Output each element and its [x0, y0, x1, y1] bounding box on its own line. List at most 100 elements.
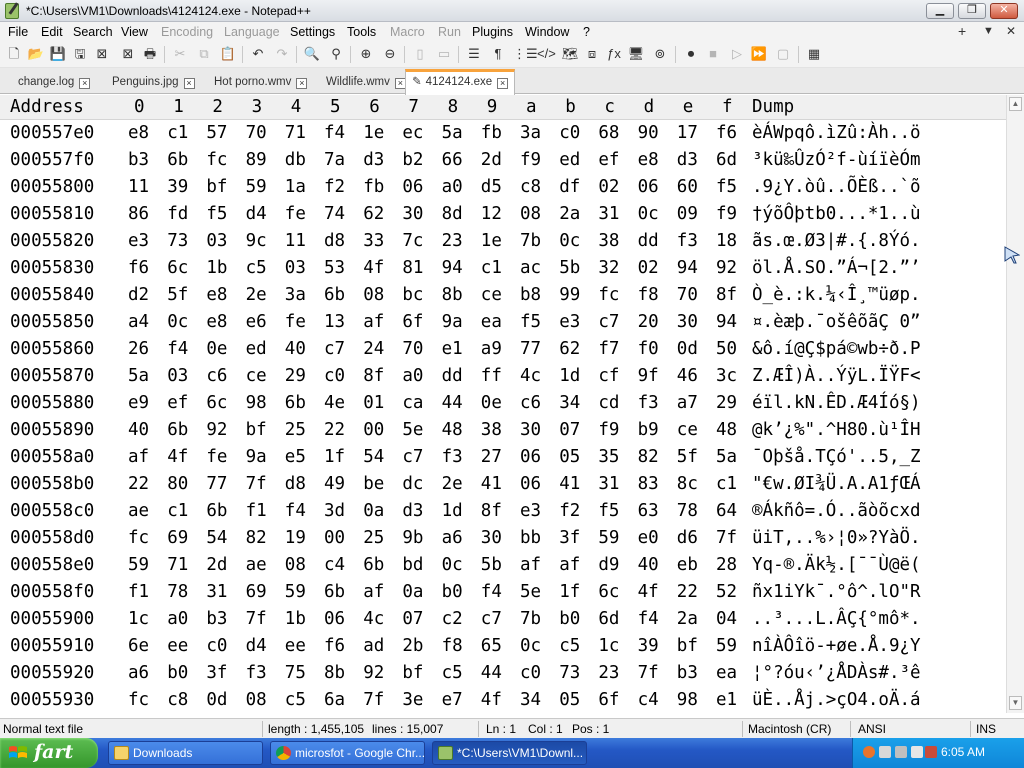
menu-language[interactable]: Language — [224, 25, 280, 39]
indent-guide-icon[interactable]: ⋮☰ — [513, 45, 538, 63]
save-icon[interactable]: 💾 — [49, 45, 67, 63]
find-icon[interactable]: 🔍 — [303, 45, 321, 63]
menu-tools[interactable]: Tools — [347, 25, 376, 39]
hex-row[interactable]: 00055900 1c a0 b3 7f 1b 06 4c 07 c2 c7 7b b0 6d f4 2a 04… — [0, 607, 1006, 634]
task-chrome[interactable]: microsfot - Google Chr... — [270, 741, 425, 765]
tab-close-icon[interactable]: × — [497, 78, 509, 89]
hex-row[interactable]: 000558d0 fc 69 54 82 19 00 25 9b a6 30 bb 3f 59 e0 d6 7f… — [0, 526, 1006, 553]
menu-plugins[interactable]: Plugins — [472, 25, 513, 39]
menu-help[interactable]: ? — [583, 25, 590, 39]
task-downloads[interactable]: Downloads — [108, 741, 263, 765]
menu-encoding[interactable]: Encoding — [161, 25, 213, 39]
menu-run[interactable]: Run — [438, 25, 461, 39]
sync-horizontal-icon[interactable]: ▭ — [435, 45, 453, 63]
copy-icon[interactable]: ⧉ — [195, 45, 213, 63]
cut-icon[interactable]: ✂ — [171, 45, 189, 63]
hex-row[interactable]: 00055830 f6 6c 1b c5 03 53 4f 81 94 c1 ac 5b 32 02 94 92… — [0, 256, 1006, 283]
print-icon[interactable]: 🖶 — [141, 45, 159, 63]
hex-row[interactable]: 00055850 a4 0c e8 e6 fe 13 af 6f 9a ea f5 e3 c7 20 30 94… — [0, 310, 1006, 337]
search-tray-icon[interactable] — [863, 746, 875, 758]
hex-row[interactable]: 00055810 86 fd f5 d4 fe 74 62 30 8d 12 08 2a 31 0c 09 f9… — [0, 202, 1006, 229]
hex-row[interactable]: 000557e0 e8 c1 57 70 71 f4 1e ec 5a fb 3a c0 68 90 17 f6… — [0, 121, 1006, 148]
tab-penguins-jpg[interactable]: Penguins.jpg × — [106, 72, 201, 94]
tab-close-icon[interactable]: × — [296, 78, 308, 89]
network-tray-icon[interactable] — [879, 746, 891, 758]
show-all-chars-icon[interactable]: ¶ — [489, 45, 507, 63]
hex-row[interactable]: 000558c0 ae c1 6b f1 f4 3d 0a d3 1d 8f e3 f2 f5 63 78 64… — [0, 499, 1006, 526]
play-macro-icon[interactable]: ▷ — [728, 45, 746, 63]
menu-view[interactable]: View — [121, 25, 148, 39]
stop-macro-icon[interactable]: ■ — [704, 45, 722, 63]
volume-tray-icon[interactable] — [911, 746, 923, 758]
function-icon[interactable]: ƒx — [605, 45, 623, 63]
folder-workspace-icon[interactable]: ⊚ — [651, 45, 669, 63]
status-eol[interactable]: Macintosh (CR) — [748, 722, 831, 736]
hex-row[interactable]: 00055800 11 39 bf 59 1a f2 fb 06 a0 d5 c8 df 02 06 60 f5… — [0, 175, 1006, 202]
menu-file[interactable]: File — [8, 25, 28, 39]
function-list-icon[interactable]: ⧈ — [583, 45, 601, 63]
paste-icon[interactable]: 📋 — [219, 45, 237, 63]
hex-row[interactable]: 00055880 e9 ef 6c 98 6b 4e 01 ca 44 0e c6 34 cd f3 a7 29… — [0, 391, 1006, 418]
run-macro-multiple-icon[interactable]: ⏩ — [750, 45, 768, 63]
device-tray-icon[interactable] — [895, 746, 907, 758]
hex-editor[interactable]: Address 0 1 2 3 4 5 6 7 8 9 a b c d e f Dump 000557e0 e8 c1… — [0, 95, 1006, 713]
monitor-icon[interactable]: 🖥 — [627, 45, 645, 63]
clock[interactable]: 6:05 AM — [941, 745, 985, 759]
new-file-icon[interactable]: 🗋 — [5, 45, 23, 63]
close-icon[interactable]: ⊠ — [93, 45, 111, 63]
close-all-icon[interactable]: ⊠ — [119, 45, 137, 63]
doc-map-icon[interactable]: 🗺 — [561, 45, 579, 63]
task-notepadpp[interactable]: *C:\Users\VM1\Downl... — [432, 741, 587, 765]
tab-hot-porno-wmv[interactable]: Hot porno.wmv × — [208, 72, 313, 94]
redo-icon[interactable]: ↷ — [273, 45, 291, 63]
close-doc-icon[interactable]: ✕ — [1006, 24, 1016, 38]
menu-macro[interactable]: Macro — [390, 25, 425, 39]
word-wrap-icon[interactable]: ☰ — [465, 45, 483, 63]
hex-row[interactable]: 00055840 d2 5f e8 2e 3a 6b 08 bc 8b ce b8 99 fc f8 70 8f… — [0, 283, 1006, 310]
plugin-icon[interactable]: ▦ — [805, 45, 823, 63]
close-button[interactable]: ✕ — [990, 3, 1018, 19]
xml-tag-icon[interactable]: </> — [537, 45, 556, 63]
status-insert-mode[interactable]: INS — [976, 722, 996, 736]
menu-edit[interactable]: Edit — [41, 25, 63, 39]
start-button[interactable]: fart — [0, 738, 98, 768]
replace-icon[interactable]: ⚲ — [327, 45, 345, 63]
hex-row[interactable]: 00055930 fc c8 0d 08 c5 6a 7f 3e e7 4f 34 05 6f c4 98 e1… — [0, 688, 1006, 713]
scroll-up-arrow-icon[interactable]: ▲ — [1009, 97, 1022, 111]
zoom-in-icon[interactable]: ⊕ — [357, 45, 375, 63]
zoom-out-icon[interactable]: ⊖ — [381, 45, 399, 63]
hex-row[interactable]: 000558b0 22 80 77 7f d8 49 be dc 2e 41 06 41 31 83 8c c1… — [0, 472, 1006, 499]
hex-row[interactable]: 00055910 6e ee c0 d4 ee f6 ad 2b f8 65 0c c5 1c 39 bf 59… — [0, 634, 1006, 661]
maximize-button[interactable]: ❐ — [958, 3, 986, 19]
hex-row[interactable]: 00055870 5a 03 c6 ce 29 c0 8f a0 dd ff 4c 1d cf 9f 46 3c… — [0, 364, 1006, 391]
save-macro-icon[interactable]: ▢ — [774, 45, 792, 63]
tab-change-log[interactable]: change.log × — [12, 72, 96, 94]
vertical-scrollbar[interactable]: ▲ ▼ — [1006, 95, 1024, 713]
sync-vertical-icon[interactable]: ▯ — [411, 45, 429, 63]
menu-search[interactable]: Search — [73, 25, 113, 39]
tab-wildlife-wmv[interactable]: Wildlife.wmv × — [320, 72, 412, 94]
open-file-icon[interactable]: 📂 — [27, 45, 45, 63]
tab-close-icon[interactable]: × — [79, 78, 91, 89]
status-encoding[interactable]: ANSI — [858, 722, 886, 736]
new-doc-plus-icon[interactable]: + — [958, 23, 966, 39]
save-all-icon[interactable]: 🖫 — [71, 45, 89, 63]
tab-4124124-exe[interactable]: ✎ 4124124.exe × — [405, 69, 516, 95]
hex-row[interactable]: 000558e0 59 71 2d ae 08 c4 6b bd 0c 5b af af d9 40 eb 28… — [0, 553, 1006, 580]
hex-row[interactable]: 000557f0 b3 6b fc 89 db 7a d3 b2 66 2d f9 ed ef e8 d3 6d… — [0, 148, 1006, 175]
undo-icon[interactable]: ↶ — [249, 45, 267, 63]
minimize-button[interactable]: ▁ — [926, 3, 954, 19]
hex-row[interactable]: 00055820 e3 73 03 9c 11 d8 33 7c 23 1e 7b 0c 38 dd f3 18… — [0, 229, 1006, 256]
hex-row[interactable]: 00055860 26 f4 0e ed 40 c7 24 70 e1 a9 77 62 f7 f0 0d 50… — [0, 337, 1006, 364]
record-macro-icon[interactable]: ⏺ — [682, 45, 700, 63]
doc-list-down-icon[interactable]: ▼ — [983, 25, 994, 37]
menu-window[interactable]: Window — [525, 25, 569, 39]
tab-close-icon[interactable]: × — [183, 78, 195, 89]
security-tray-icon[interactable] — [925, 746, 937, 758]
scroll-down-arrow-icon[interactable]: ▼ — [1009, 696, 1022, 710]
hex-row[interactable]: 00055890 40 6b 92 bf 25 22 00 5e 48 38 30 07 f9 b9 ce 48… — [0, 418, 1006, 445]
hex-row[interactable]: 000558f0 f1 78 31 69 59 6b af 0a b0 f4 5e 1f 6c 4f 22 52… — [0, 580, 1006, 607]
hex-row[interactable]: 000558a0 af 4f fe 9a e5 1f 54 c7 f3 27 06 05 35 82 5f 5a… — [0, 445, 1006, 472]
hex-row[interactable]: 00055920 a6 b0 3f f3 75 8b 92 bf c5 44 c0 73 23 7f b3 ea… — [0, 661, 1006, 688]
menu-settings[interactable]: Settings — [290, 25, 335, 39]
